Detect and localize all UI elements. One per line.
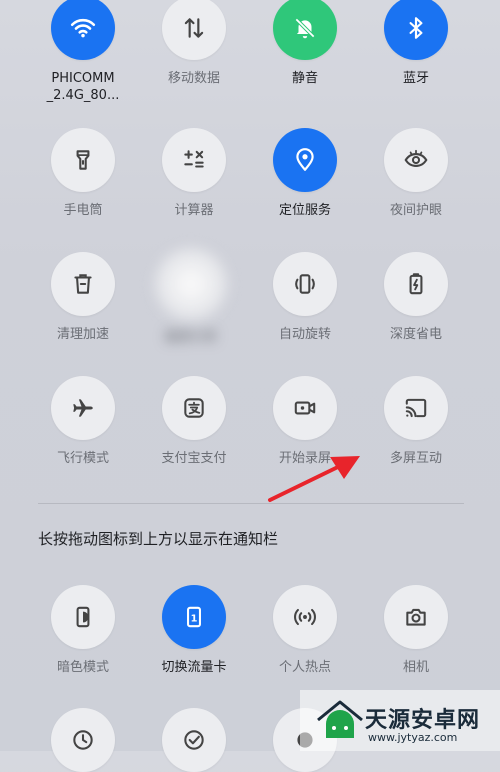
flashlight-toggle[interactable]: [51, 128, 115, 192]
power-saver-label: 深度省电: [389, 327, 442, 342]
video-camera-icon: [294, 401, 316, 415]
camera-label: 相机: [402, 660, 429, 675]
auto-rotate-toggle[interactable]: [273, 252, 337, 316]
red-arrow-annotation: [268, 456, 360, 502]
calculator-icon: [184, 150, 204, 168]
dark-mode-label: 暗色模式: [56, 660, 109, 675]
trash-icon: [74, 274, 92, 294]
alarm-toggle[interactable]: [51, 708, 115, 772]
location-label: 定位服务: [278, 203, 331, 218]
tile-blurred[interactable]: 截屏分享: [131, 249, 251, 346]
svg-text:1: 1: [191, 613, 198, 624]
tile-cleanup[interactable]: 清理加速: [23, 252, 143, 343]
dark-mode-toggle[interactable]: [51, 585, 115, 649]
night-eye-label: 夜间护眼: [389, 203, 442, 218]
location-pin-icon: [296, 148, 314, 171]
camera-icon: [406, 608, 426, 626]
blurred-icon: [174, 267, 208, 301]
tile-sim-switch[interactable]: 1 切换流量卡: [134, 585, 254, 676]
drag-hint-text: 长按拖动图标到上方以显示在通知栏: [38, 530, 279, 548]
tile-mute[interactable]: 静音: [245, 0, 365, 87]
eye-icon: [404, 149, 428, 167]
cleanup-toggle[interactable]: [51, 252, 115, 316]
power-saver-toggle[interactable]: [384, 252, 448, 316]
dark-mode-phone-icon: [76, 606, 90, 628]
wifi-icon: [70, 18, 96, 38]
tile-bluetooth[interactable]: 蓝牙: [356, 0, 476, 87]
mobile-data-toggle[interactable]: [162, 0, 226, 60]
alipay-icon: [184, 398, 204, 418]
battery-bolt-icon: [409, 273, 423, 295]
tile-alarm-partial[interactable]: [23, 708, 143, 772]
check-circle-icon: [184, 730, 204, 750]
tile-check-partial[interactable]: [134, 708, 254, 772]
cast-toggle[interactable]: [384, 376, 448, 440]
tile-night-eye[interactable]: 夜间护眼: [356, 128, 476, 219]
cast-label: 多屏互动: [389, 451, 442, 466]
watermark-url: www.jytyaz.com: [368, 731, 458, 744]
calculator-label: 计算器: [174, 203, 214, 218]
tile-power-saver[interactable]: 深度省电: [356, 252, 476, 343]
airplane-toggle[interactable]: [51, 376, 115, 440]
cleanup-label: 清理加速: [56, 327, 109, 342]
wifi-label: PHICOMM _2.4G_80...: [46, 71, 120, 103]
bluetooth-toggle[interactable]: [384, 0, 448, 60]
tile-flashlight[interactable]: 手电筒: [23, 128, 143, 219]
airplane-label: 飞行模式: [56, 451, 109, 466]
mute-toggle[interactable]: [273, 0, 337, 60]
tile-airplane[interactable]: 飞行模式: [23, 376, 143, 467]
blurred-toggle[interactable]: [156, 249, 226, 319]
hotspot-icon: [294, 608, 316, 626]
tile-camera[interactable]: 相机: [356, 585, 476, 676]
hotspot-toggle[interactable]: [273, 585, 337, 649]
clock-icon: [73, 730, 93, 750]
mute-label: 静音: [291, 71, 318, 86]
sim-card-icon: 1: [187, 606, 201, 628]
calculator-toggle[interactable]: [162, 128, 226, 192]
bluetooth-icon: [409, 17, 423, 39]
location-toggle[interactable]: [273, 128, 337, 192]
tile-auto-rotate[interactable]: 自动旋转: [245, 252, 365, 343]
section-divider: [38, 503, 464, 504]
bell-off-icon: [294, 17, 316, 39]
alipay-label: 支付宝支付: [161, 451, 227, 466]
wifi-toggle[interactable]: [51, 0, 115, 60]
tile-alipay[interactable]: 支付宝支付: [134, 376, 254, 467]
tile-calculator[interactable]: 计算器: [134, 128, 254, 219]
camera-toggle[interactable]: [384, 585, 448, 649]
tile-hotspot[interactable]: 个人热点: [245, 585, 365, 676]
airplane-icon: [73, 399, 93, 417]
mobile-data-icon: [184, 18, 204, 38]
mobile-data-label: 移动数据: [167, 71, 220, 86]
tile-wifi[interactable]: PHICOMM _2.4G_80...: [23, 0, 143, 104]
rotate-phone-icon: [295, 274, 315, 294]
night-eye-toggle[interactable]: [384, 128, 448, 192]
hotspot-label: 个人热点: [278, 660, 331, 675]
screen-record-toggle[interactable]: [273, 376, 337, 440]
watermark-name: 天源安卓网: [365, 708, 481, 733]
check-toggle[interactable]: [162, 708, 226, 772]
tile-mobile-data[interactable]: 移动数据: [134, 0, 254, 87]
bluetooth-label: 蓝牙: [402, 71, 429, 86]
alipay-toggle[interactable]: [162, 376, 226, 440]
flashlight-label: 手电筒: [63, 203, 103, 218]
tile-cast[interactable]: 多屏互动: [356, 376, 476, 467]
cast-icon: [405, 398, 427, 418]
tile-location[interactable]: 定位服务: [245, 128, 365, 219]
sim-switch-toggle[interactable]: 1: [162, 585, 226, 649]
blurred-label: 截屏分享: [164, 330, 217, 345]
auto-rotate-label: 自动旋转: [278, 327, 331, 342]
tile-dark-mode[interactable]: 暗色模式: [23, 585, 143, 676]
sim-switch-label: 切换流量卡: [161, 660, 227, 675]
flashlight-icon: [76, 150, 90, 170]
